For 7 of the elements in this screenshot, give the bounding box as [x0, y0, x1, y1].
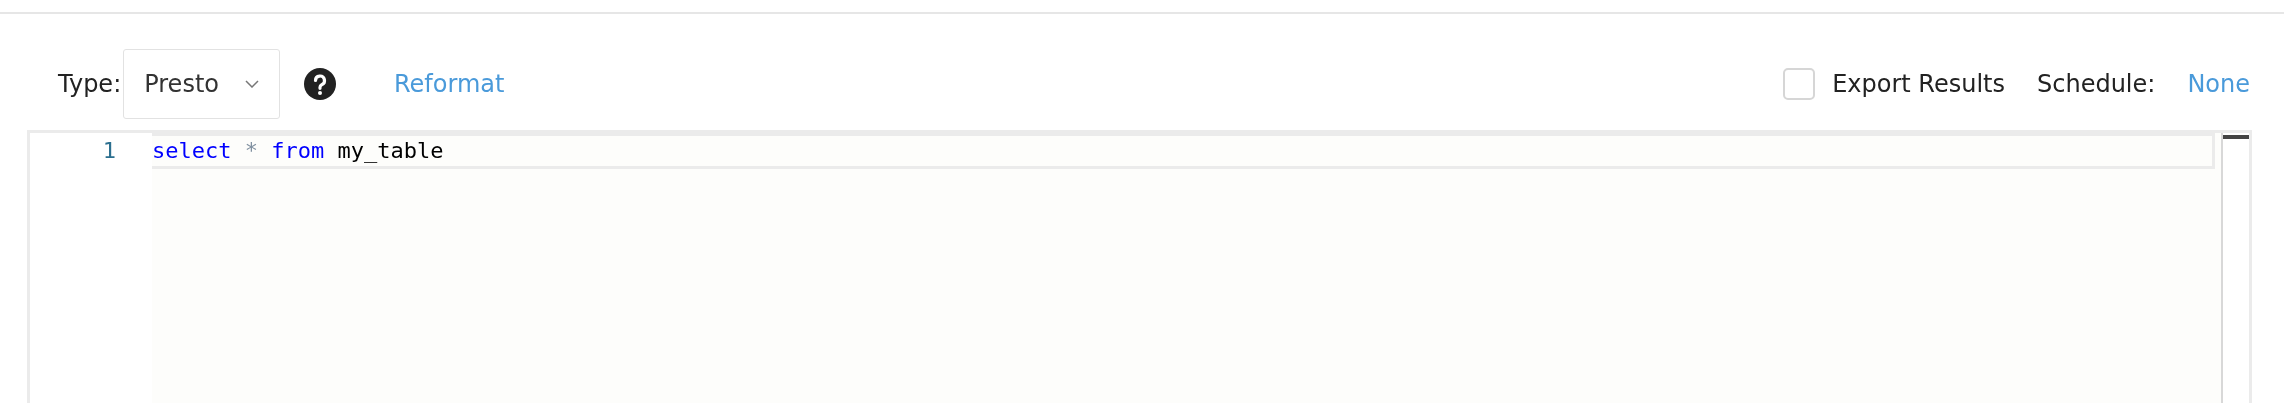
type-select[interactable]: Presto — [123, 49, 280, 119]
line-number: 1 — [101, 137, 117, 165]
export-results-label: Export Results — [1832, 70, 2005, 98]
code-editor[interactable]: 1 select * from my_table — [27, 130, 2252, 403]
code-line: select * from my_table — [152, 133, 2215, 169]
schedule-label: Schedule: — [2037, 70, 2156, 98]
type-label: Type: — [58, 70, 122, 98]
